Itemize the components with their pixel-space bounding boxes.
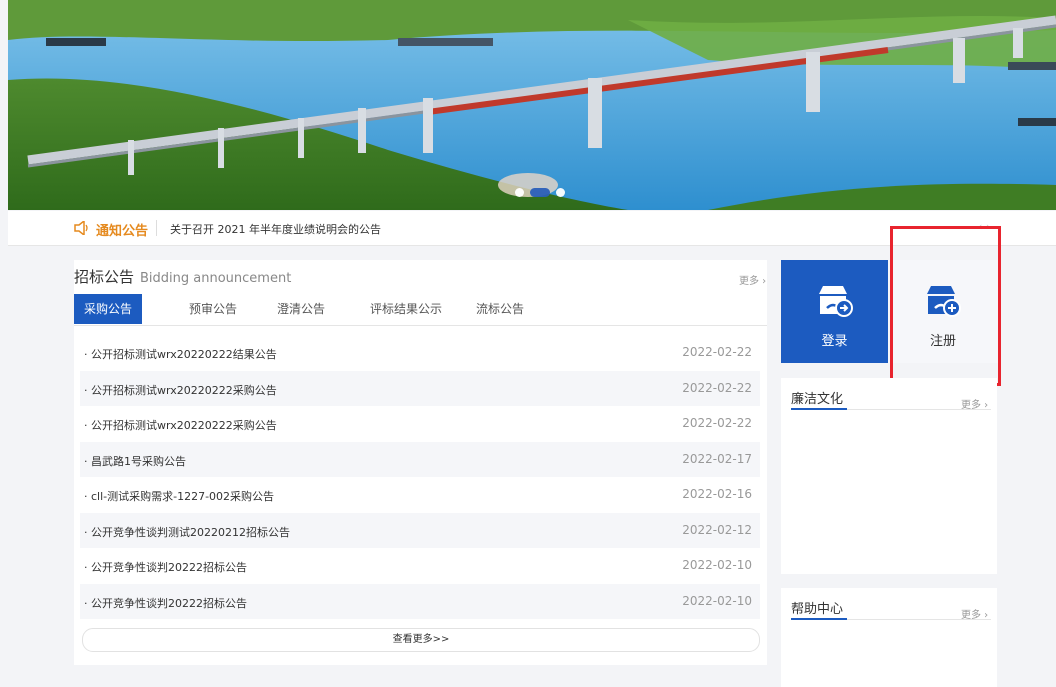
- bidding-list: · 公开招标测试wrx20220222结果公告 2022-02-22 · 公开招标…: [80, 335, 760, 619]
- list-item-title[interactable]: · 公开竞争性谈判20222招标公告: [84, 595, 247, 611]
- speaker-icon: [74, 221, 88, 235]
- help-title: 帮助中心: [791, 602, 844, 617]
- bidding-heading: 招标公告 Bidding announcement: [74, 266, 291, 287]
- tab-procurement[interactable]: 采购公告: [74, 294, 142, 324]
- integrity-title: 廉洁文化: [791, 392, 844, 407]
- login-store-icon: [818, 286, 853, 317]
- help-panel: 帮助中心 更多 ›: [781, 588, 997, 687]
- list-item[interactable]: · 公开招标测试wrx20220222采购公告 2022-02-22: [80, 406, 760, 442]
- list-item[interactable]: · cll-测试采购需求-1227-002采购公告 2022-02-16: [80, 477, 760, 513]
- list-item-date: 2022-02-22: [682, 345, 752, 359]
- list-item-date: 2022-02-12: [682, 522, 752, 537]
- bidding-title-en: Bidding announcement: [140, 271, 292, 286]
- highlight-box: [890, 226, 1001, 386]
- bidding-tabs: 采购公告 预审公告 澄清公告 评标结果公示 流标公告: [74, 294, 767, 326]
- list-item-date: 2022-02-10: [682, 593, 752, 608]
- list-item[interactable]: · 公开招标测试wrx20220222结果公告 2022-02-22: [80, 335, 760, 371]
- bridge-river-image: [8, 0, 1056, 210]
- list-item-title[interactable]: · cll-测试采购需求-1227-002采购公告: [84, 488, 274, 504]
- list-item[interactable]: · 公开招标测试wrx20220222采购公告 2022-02-22: [80, 370, 760, 406]
- notice-divider: [156, 220, 157, 236]
- bidding-more-link[interactable]: 更多 ›: [739, 272, 766, 287]
- bidding-panel: 招标公告 Bidding announcement 更多 › 采购公告 预审公告 …: [74, 260, 767, 665]
- hero-banner[interactable]: [8, 0, 1056, 210]
- view-more-button[interactable]: 查看更多>>: [82, 628, 760, 652]
- help-divider: [791, 618, 991, 620]
- list-item[interactable]: · 公开竞争性谈判20222招标公告 2022-02-10: [80, 583, 760, 619]
- carousel-dots[interactable]: [515, 188, 565, 197]
- integrity-divider: [791, 408, 991, 410]
- tab-evaluation-results[interactable]: 评标结果公示: [354, 294, 458, 324]
- list-item[interactable]: · 公开竞争性谈判20222招标公告 2022-02-10: [80, 548, 760, 584]
- tab-prequalification[interactable]: 预审公告: [178, 294, 248, 324]
- notice-title: 通知公告: [96, 224, 149, 239]
- carousel-dot-active[interactable]: [530, 188, 550, 197]
- login-button[interactable]: 登录: [781, 260, 888, 363]
- login-label: 登录: [821, 334, 848, 349]
- integrity-panel: 廉洁文化 更多 ›: [781, 378, 997, 574]
- list-item-title[interactable]: · 公开招标测试wrx20220222采购公告: [84, 417, 277, 433]
- carousel-dot[interactable]: [515, 188, 524, 197]
- carousel-dot[interactable]: [556, 188, 565, 197]
- tab-clarification[interactable]: 澄清公告: [266, 294, 336, 324]
- list-item-date: 2022-02-22: [682, 416, 752, 430]
- list-item-date: 2022-02-22: [682, 380, 752, 395]
- list-item[interactable]: · 公开竞争性谈判测试20220212招标公告 2022-02-12: [80, 512, 760, 548]
- list-item-title[interactable]: · 公开竞争性谈判20222招标公告: [84, 559, 247, 575]
- list-item-title[interactable]: · 昌武路1号采购公告: [84, 453, 186, 469]
- list-item-title[interactable]: · 公开招标测试wrx20220222结果公告: [84, 346, 277, 362]
- tab-failed-bids[interactable]: 流标公告: [464, 294, 536, 324]
- list-item-date: 2022-02-10: [682, 558, 752, 572]
- list-item[interactable]: · 昌武路1号采购公告 2022-02-17: [80, 441, 760, 477]
- notice-link[interactable]: 关于召开 2021 年半年度业绩说明会的公告: [170, 221, 381, 237]
- list-item-title[interactable]: · 公开招标测试wrx20220222采购公告: [84, 382, 277, 398]
- list-item-date: 2022-02-16: [682, 487, 752, 501]
- list-item-date: 2022-02-17: [682, 451, 752, 466]
- bidding-title: 招标公告: [74, 268, 135, 286]
- list-item-title[interactable]: · 公开竞争性谈判测试20220212招标公告: [84, 524, 290, 540]
